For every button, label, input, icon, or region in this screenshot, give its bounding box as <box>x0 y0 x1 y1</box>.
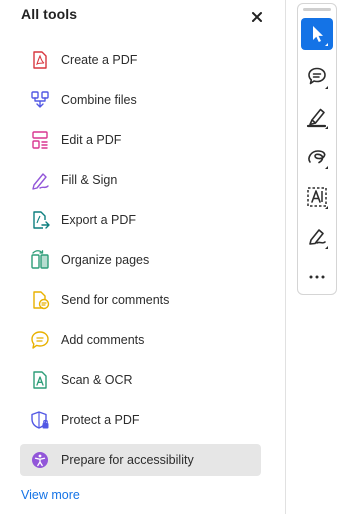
draw-tool-button[interactable] <box>301 141 333 173</box>
tool-list: Create a PDF Combine files Edit a PDF Fi… <box>20 44 261 484</box>
fill-sign-icon <box>30 170 50 190</box>
comment-icon <box>301 61 333 93</box>
organize-pages-icon <box>30 250 50 270</box>
tool-scan-ocr[interactable]: Scan & OCR <box>20 364 261 396</box>
tool-combine-files[interactable]: Combine files <box>20 84 261 116</box>
send-comments-icon <box>30 290 50 310</box>
tool-send-comments[interactable]: Send for comments <box>20 284 261 316</box>
accessibility-icon <box>30 450 50 470</box>
panel-title: All tools <box>21 6 78 22</box>
sign-pen-icon <box>301 221 333 253</box>
tool-export-pdf[interactable]: Export a PDF <box>20 204 261 236</box>
scan-ocr-icon <box>30 370 50 390</box>
tool-edit-pdf[interactable]: Edit a PDF <box>20 124 261 156</box>
draw-freehand-icon <box>301 141 333 173</box>
tool-label: Prepare for accessibility <box>61 453 194 467</box>
tool-prepare-accessibility[interactable]: Prepare for accessibility <box>20 444 261 476</box>
edit-pdf-icon <box>30 130 50 150</box>
add-comments-icon <box>30 330 50 350</box>
tool-label: Send for comments <box>61 293 170 307</box>
more-tools-button[interactable] <box>301 261 333 293</box>
panel-header: All tools <box>0 0 285 34</box>
comment-tool-button[interactable] <box>301 61 333 93</box>
tool-label: Export a PDF <box>61 213 137 227</box>
protect-pdf-icon <box>30 410 50 430</box>
text-select-tool-button[interactable] <box>301 181 333 213</box>
all-tools-panel: All tools Create a PDF Combine files Edi… <box>0 0 285 514</box>
close-icon[interactable] <box>249 9 265 25</box>
toolbar-drag-handle[interactable] <box>303 8 331 11</box>
tool-protect-pdf[interactable]: Protect a PDF <box>20 404 261 436</box>
export-pdf-icon <box>30 210 50 230</box>
tool-label: Fill & Sign <box>61 173 118 187</box>
tool-label: Edit a PDF <box>61 133 122 147</box>
tool-label: Protect a PDF <box>61 413 140 427</box>
highlight-pen-icon <box>301 101 333 133</box>
tool-label: Combine files <box>61 93 137 107</box>
text-select-icon <box>301 181 333 213</box>
tool-organize-pages[interactable]: Organize pages <box>20 244 261 276</box>
tool-label: Create a PDF <box>61 53 138 67</box>
more-options-icon <box>301 261 333 293</box>
tool-label: Scan & OCR <box>61 373 133 387</box>
tool-label: Organize pages <box>61 253 150 267</box>
tool-fill-sign[interactable]: Fill & Sign <box>20 164 261 196</box>
highlight-tool-button[interactable] <box>301 101 333 133</box>
combine-files-icon <box>30 90 50 110</box>
select-cursor-icon <box>301 18 333 50</box>
view-more-link[interactable]: View more <box>21 488 80 502</box>
tool-label: Add comments <box>61 333 145 347</box>
select-tool-button[interactable] <box>301 18 333 50</box>
tool-create-pdf[interactable]: Create a PDF <box>20 44 261 76</box>
quick-tools-toolbar <box>297 3 337 295</box>
create-pdf-icon <box>30 50 50 70</box>
tool-add-comments[interactable]: Add comments <box>20 324 261 356</box>
sign-tool-button[interactable] <box>301 221 333 253</box>
